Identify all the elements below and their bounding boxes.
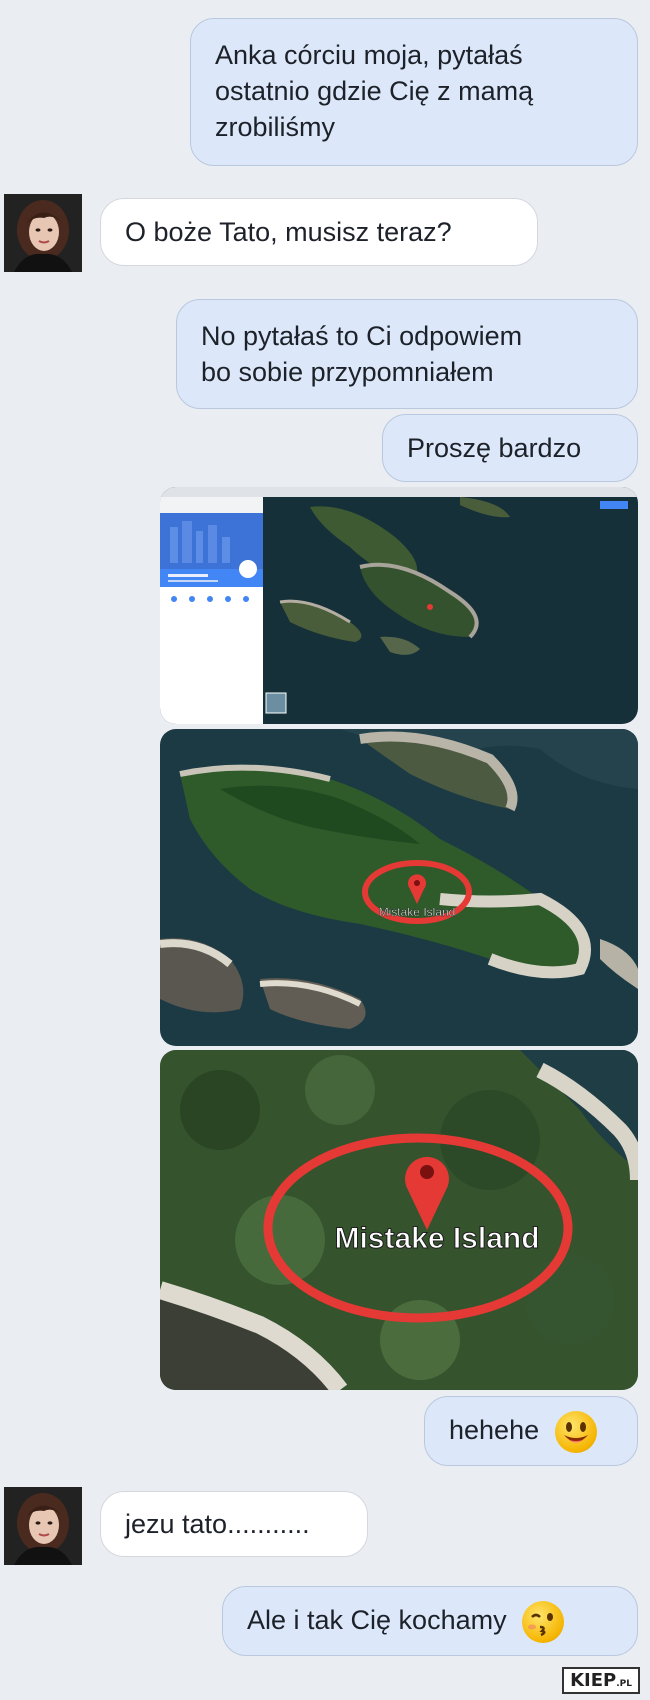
message-text: Proszę bardzo <box>407 433 582 463</box>
message-bubble-incoming: jezu tato........... <box>100 1491 368 1557</box>
map-screenshot-image[interactable] <box>160 487 638 724</box>
message-text-line: Anka córciu moja, pytałaś <box>215 40 523 70</box>
message-text: Ale i tak Cię kochamy <box>247 1605 507 1636</box>
avatar[interactable] <box>4 1487 82 1565</box>
satellite-zoom-image[interactable]: Mistake Island <box>160 1050 638 1390</box>
message-bubble-incoming: O boże Tato, musisz teraz? <box>100 198 538 266</box>
message-bubble-outgoing: Ale i tak Cię kochamy <box>222 1586 638 1656</box>
message-text: O boże Tato, musisz teraz? <box>125 217 452 247</box>
message-bubble-outgoing: Proszę bardzo <box>382 414 638 482</box>
message-text: hehehe <box>449 1415 540 1446</box>
message-bubble-outgoing: No pytałaś to Ci odpowiem bo sobie przyp… <box>176 299 638 409</box>
avatar-photo <box>4 1487 82 1565</box>
map-label-large: Mistake Island <box>334 1222 539 1255</box>
message-text-line: No pytałaś to Ci odpowiem <box>201 321 523 351</box>
message-bubble-outgoing: Anka córciu moja, pytałaś ostatnio gdzie… <box>190 18 638 166</box>
kissing-face-emoji-icon <box>522 1601 565 1643</box>
watermark-text: KIEP <box>570 1670 617 1691</box>
map-label: Mistake Island <box>379 905 456 919</box>
avatar-photo <box>4 194 82 272</box>
watermark-logo: KIEP.PL <box>562 1667 640 1694</box>
message-text: jezu tato........... <box>125 1509 310 1539</box>
avatar[interactable] <box>4 194 82 272</box>
message-text-line: bo sobie przypomniałem <box>201 357 494 387</box>
message-text-line: zrobiliśmy <box>215 112 336 142</box>
watermark-suffix: .PL <box>616 1679 632 1689</box>
smiling-face-emoji-icon <box>554 1411 597 1453</box>
message-text-line: ostatnio gdzie Cię z mamą <box>215 76 534 106</box>
message-bubble-outgoing: hehehe <box>424 1396 638 1466</box>
satellite-image[interactable]: Mistake Island <box>160 729 638 1046</box>
